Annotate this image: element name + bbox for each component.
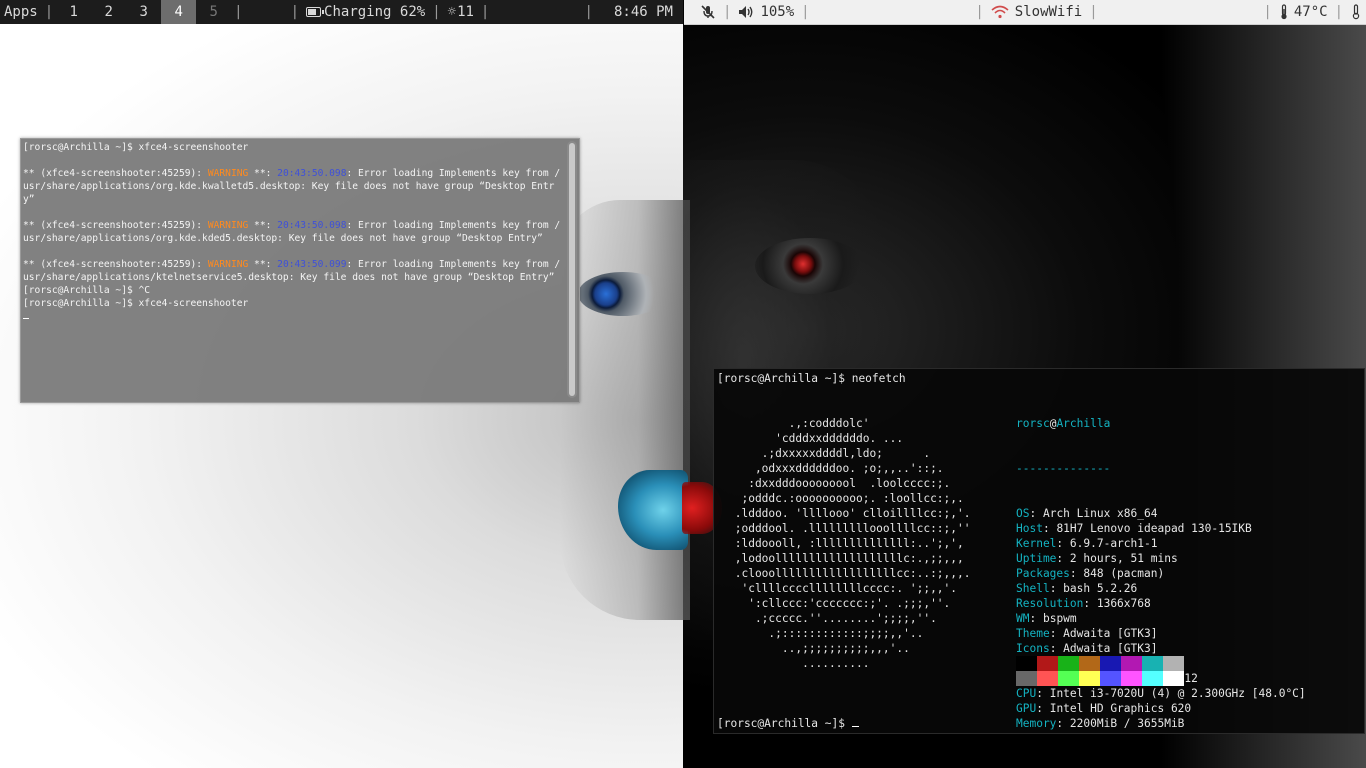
info-row: CPU: Intel i3-7020U (4) @ 2.300GHz [48.0… (1016, 687, 1306, 700)
separator: | (801, 4, 810, 20)
terminal-line: ** (xfce4-screenshooter:45259): WARNING … (23, 259, 561, 283)
workspace-2[interactable]: 2 (91, 0, 126, 24)
apps-menu-button[interactable]: Apps (0, 0, 42, 24)
separator: | (234, 4, 243, 20)
info-row: Memory: 2200MiB / 3655MiB (1016, 717, 1185, 730)
separator: | (480, 4, 490, 20)
palette-swatch (1121, 656, 1142, 671)
workspace-1[interactable]: 1 (56, 0, 91, 24)
workspace-switcher: 12345 (56, 0, 231, 24)
wifi-status[interactable]: SlowWifi (987, 0, 1086, 24)
palette-swatch (1079, 656, 1100, 671)
terminal-window-screenshooter[interactable]: [rorsc@Archilla ~]$ xfce4-screenshooter … (20, 138, 580, 403)
thermometer-icon (1281, 4, 1287, 20)
brightness-icon: ☼ (447, 4, 457, 20)
info-row: Host: 81H7 Lenovo ideapad 130-15IKB (1016, 522, 1252, 535)
neofetch-info: rorsc@Archilla -------------- OS: Arch L… (1016, 386, 1306, 761)
palette-swatch (1142, 656, 1163, 671)
info-row: Icons: Adwaita [GTK3] (1016, 642, 1158, 655)
palette-swatch (1121, 671, 1142, 686)
terminal-line: [rorsc@Archilla ~]$ ^C (23, 285, 151, 296)
info-row: GPU: Intel HD Graphics 620 (1016, 702, 1192, 715)
palette-swatch (1100, 656, 1121, 671)
separator: | (432, 4, 441, 20)
battery-status[interactable]: Charging 62% (302, 0, 429, 24)
battery-icon (306, 7, 325, 17)
mic-muted-icon[interactable] (684, 0, 720, 24)
palette-swatch (1037, 656, 1058, 671)
palette-swatch (1037, 671, 1058, 686)
info-row: Uptime: 2 hours, 51 mins (1016, 552, 1178, 565)
clock[interactable]: 8:46 PM (596, 0, 683, 24)
volume-status[interactable]: 105% (734, 0, 798, 24)
palette-swatch (1016, 671, 1037, 686)
workspace-4[interactable]: 4 (161, 0, 197, 24)
palette-swatch (1142, 671, 1163, 686)
info-row: Shell: bash 5.2.26 (1016, 582, 1138, 595)
palette-swatch (1079, 671, 1100, 686)
window-title-area (246, 0, 288, 24)
wifi-icon (991, 5, 1009, 19)
text-cursor (23, 318, 29, 319)
separator: | (1334, 4, 1343, 20)
workspace-5[interactable]: 5 (196, 0, 231, 24)
terminal-output: [rorsc@Archilla ~]$ xfce4-screenshooter … (23, 141, 565, 323)
user-host-title: rorsc@Archilla (1016, 417, 1111, 430)
title-separator: -------------- (1016, 462, 1111, 475)
palette-swatch (1058, 656, 1079, 671)
top-bar-right: | 105% | | SlowWifi | | 47°C | (684, 0, 1366, 25)
wallpaper-blue-eye (578, 272, 668, 316)
terminal-line: ** (xfce4-screenshooter:45259): WARNING … (23, 220, 561, 244)
terminal-line: [rorsc@Archilla ~]$ xfce4-screenshooter (23, 298, 249, 309)
temperature-status[interactable]: 47°C (1275, 0, 1332, 24)
terminal-line: ** (xfce4-screenshooter:45259): WARNING … (23, 168, 561, 205)
wallpaper-red-eye (755, 238, 865, 294)
info-row: Kernel: 6.9.7-arch1-1 (1016, 537, 1158, 550)
temperature-text: 47°C (1293, 4, 1328, 20)
power-menu-icon[interactable] (1346, 0, 1366, 24)
battery-text: Charging 62% (324, 4, 426, 20)
text-cursor (851, 726, 859, 727)
palette-swatch (1016, 656, 1037, 671)
terminal-window-neofetch[interactable]: [rorsc@Archilla ~]$ neofetch .,:codddolc… (713, 368, 1365, 734)
palette-swatch (1163, 671, 1184, 686)
separator: | (1263, 4, 1272, 20)
brightness-text: 11 (457, 4, 474, 20)
palette-swatch (1163, 656, 1184, 671)
color-palette (1016, 656, 1184, 686)
scrollbar-thumb[interactable] (569, 143, 575, 396)
volume-text: 105% (760, 4, 795, 20)
workspace-3[interactable]: 3 (126, 0, 161, 24)
palette-swatch (1100, 671, 1121, 686)
info-row: WM: bspwm (1016, 612, 1077, 625)
separator: | (44, 4, 54, 20)
terminal-line: [rorsc@Archilla ~]$ xfce4-screenshooter (23, 142, 249, 153)
separator: | (290, 4, 300, 20)
separator: | (1089, 4, 1098, 20)
info-row: Theme: Adwaita [GTK3] (1016, 627, 1158, 640)
separator: | (723, 4, 732, 20)
volume-icon (739, 6, 753, 18)
info-row: OS: Arch Linux x86_64 (1016, 507, 1158, 520)
terminal-prompt[interactable]: [rorsc@Archilla ~]$ (717, 716, 859, 731)
brightness-status[interactable]: ☼ 11 (444, 0, 478, 24)
separator: | (975, 4, 984, 20)
info-row: Packages: 848 (pacman) (1016, 567, 1165, 580)
arch-logo-ascii: .,:codddolc' 'cdddxxddddddo. ... .;dxxxx… (734, 417, 971, 670)
separator: | (584, 4, 593, 20)
palette-swatch (1058, 671, 1079, 686)
wifi-text: SlowWifi (1014, 4, 1083, 20)
info-row: Resolution: 1366x768 (1016, 597, 1151, 610)
terminal-scrollbar[interactable] (567, 141, 577, 398)
top-bar-left: Apps | 12345 | | Charging 62% | ☼ 11 | |… (0, 0, 683, 24)
terminal-command-line: [rorsc@Archilla ~]$ neofetch (717, 372, 906, 385)
